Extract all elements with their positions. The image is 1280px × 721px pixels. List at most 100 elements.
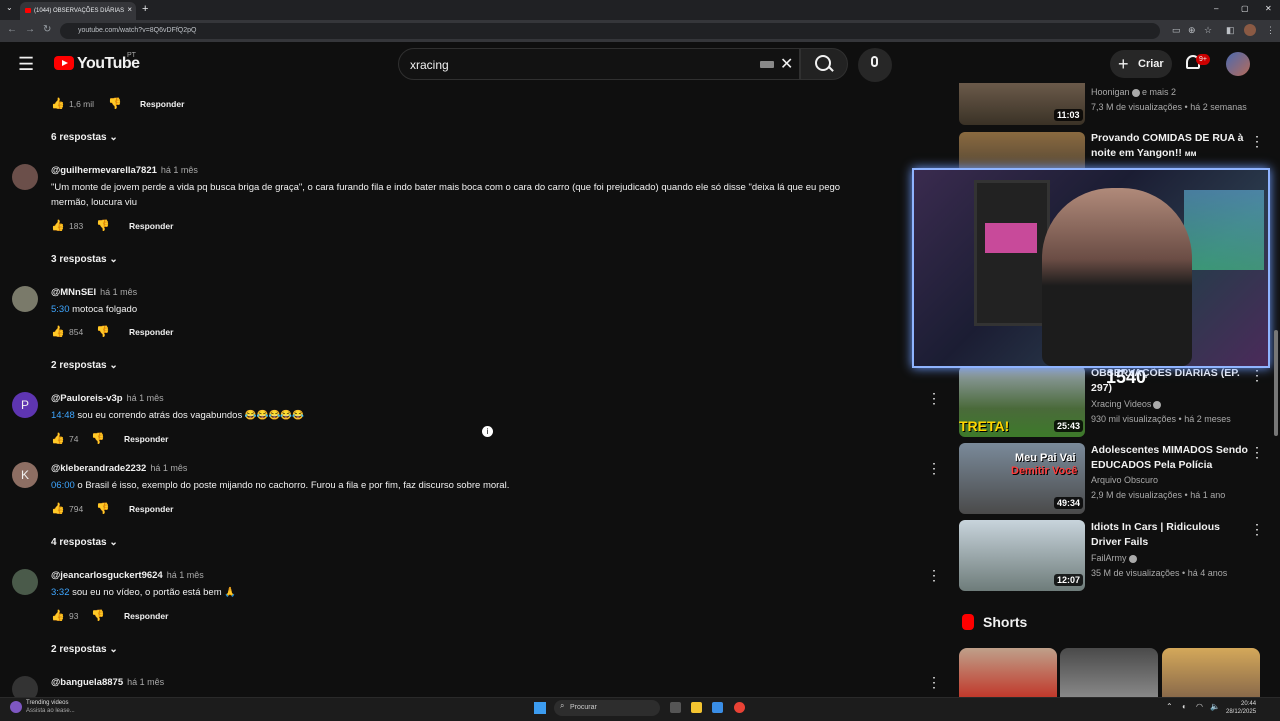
like-icon[interactable]: 👍 [51, 325, 65, 338]
like-icon[interactable]: 👍 [51, 502, 65, 515]
reply-button[interactable]: Responder [124, 611, 168, 621]
replies-toggle[interactable]: 4 respostas ⌄ [51, 537, 118, 548]
file-explorer-icon[interactable] [691, 702, 702, 713]
extensions-icon[interactable]: ◧ [1226, 25, 1235, 36]
timestamp-link[interactable]: 14:48 [51, 410, 75, 421]
replies-toggle[interactable]: 2 respostas ⌄ [51, 360, 118, 371]
reply-button[interactable]: Responder [129, 221, 173, 231]
comment-author[interactable]: @guilhermevarella7821 há 1 mês [51, 165, 198, 176]
comment-author[interactable]: @MNnSEI há 1 mês [51, 287, 137, 298]
new-tab-button[interactable]: + [142, 3, 148, 15]
video-channel[interactable]: Hoonigan e mais 2 [1091, 85, 1176, 99]
news-widget[interactable]: Trending videos Assista ao lease... [26, 699, 75, 715]
video-menu-icon[interactable]: ⋮ [1250, 133, 1264, 150]
bookmark-star-icon[interactable]: ☆ [1204, 25, 1212, 36]
dislike-icon[interactable]: 👎 [96, 219, 110, 232]
create-button[interactable]: + Criar [1110, 50, 1172, 78]
video-stats: 2,9 M de visualizações • há 1 ano [1091, 490, 1226, 500]
replies-toggle[interactable]: 6 respostas ⌄ [51, 132, 118, 143]
like-icon[interactable]: 👍 [51, 219, 65, 232]
scrollbar-thumb[interactable] [1274, 330, 1278, 436]
comment-author[interactable]: @Pauloreis-v3p há 1 mês [51, 393, 164, 404]
comment-menu-icon[interactable]: ⋮ [927, 460, 941, 477]
short-thumbnail[interactable] [1162, 648, 1260, 697]
avatar[interactable] [12, 164, 38, 190]
taskbar-search[interactable]: Procurar [554, 700, 660, 716]
chrome-icon[interactable] [734, 702, 745, 713]
task-view-icon[interactable] [670, 702, 681, 713]
comment-menu-icon[interactable]: ⋮ [927, 390, 941, 407]
url-field[interactable]: youtube.com/watch?v=8Q6vDFfQ2pQ [60, 23, 1160, 39]
news-widget-icon[interactable] [10, 701, 22, 713]
video-menu-icon[interactable]: ⋮ [1250, 367, 1264, 384]
windows-start-icon[interactable] [534, 702, 546, 714]
volume-icon[interactable]: 🔈 [1210, 702, 1220, 711]
comment-menu-icon[interactable]: ⋮ [927, 674, 941, 691]
reply-button[interactable]: Responder [129, 327, 173, 337]
video-menu-icon[interactable]: ⋮ [1250, 521, 1264, 538]
video-channel[interactable]: Arquivo Obscuro [1091, 473, 1158, 487]
comment-author[interactable]: @jeancarlosguckert9624 há 1 mês [51, 570, 204, 581]
avatar[interactable] [12, 286, 38, 312]
clear-search-icon[interactable]: ✕ [780, 54, 793, 74]
like-icon[interactable]: 👍 [51, 432, 65, 445]
user-avatar[interactable] [1226, 52, 1250, 76]
browser-profile-avatar[interactable] [1244, 24, 1256, 36]
avatar[interactable]: P [12, 392, 38, 418]
store-icon[interactable] [712, 702, 723, 713]
short-thumbnail[interactable] [1060, 648, 1158, 697]
wifi-icon[interactable]: ◠ [1196, 702, 1203, 711]
cast-icon[interactable]: ▭ [1172, 25, 1181, 36]
youtube-logo-icon[interactable] [54, 56, 74, 70]
comment-text: 06:00 o Brasil é isso, exemplo do poste … [51, 480, 510, 491]
reload-icon[interactable]: ↻ [43, 24, 51, 35]
timestamp-link[interactable]: 06:00 [51, 480, 75, 491]
dislike-icon[interactable]: 👎 [96, 502, 110, 515]
comment-author[interactable]: @kleberandrade2232 há 1 mês [51, 463, 187, 474]
hamburger-menu-icon[interactable]: ☰ [18, 55, 34, 73]
like-icon[interactable]: 👍 [51, 609, 65, 622]
avatar[interactable] [12, 569, 38, 595]
taskbar-clock[interactable]: 20:44 28/12/2025 [1226, 700, 1256, 716]
like-icon[interactable]: 👍 [51, 97, 65, 110]
short-thumbnail[interactable] [959, 648, 1057, 697]
reply-button[interactable]: Responder [140, 99, 184, 109]
reply-button[interactable]: Responder [124, 434, 168, 444]
reply-button[interactable]: Responder [129, 504, 173, 514]
back-icon[interactable]: ← [7, 24, 17, 35]
replies-toggle[interactable]: 3 respostas ⌄ [51, 254, 118, 265]
replies-toggle[interactable]: 2 respostas ⌄ [51, 644, 118, 655]
dislike-icon[interactable]: 👎 [91, 432, 105, 445]
video-title[interactable]: Idiots In Cars | Ridiculous Driver Fails [1091, 520, 1251, 550]
search-input[interactable] [398, 48, 800, 80]
keyboard-icon[interactable] [760, 61, 774, 68]
minimize-icon[interactable]: – [1214, 4, 1218, 13]
avatar[interactable]: K [12, 462, 38, 488]
like-count: 1,6 mil [69, 99, 95, 109]
create-label: Criar [1138, 58, 1164, 70]
timestamp-link[interactable]: 3:32 [51, 587, 70, 598]
maximize-icon[interactable]: ▢ [1241, 4, 1249, 13]
forward-icon[interactable]: → [25, 24, 35, 35]
video-channel[interactable]: FailArmy [1091, 551, 1137, 565]
browser-tab[interactable]: (1044) OBSERVAÇÕES DIÁRIAS × [20, 2, 136, 20]
tray-chevron-icon[interactable]: ⌃ [1166, 702, 1173, 711]
tray-apps-icon[interactable]: ◐ [1182, 702, 1187, 711]
video-channel[interactable]: Xracing Videos [1091, 397, 1162, 411]
search-icon[interactable] [815, 55, 831, 71]
tab-close-icon[interactable]: × [127, 5, 132, 14]
taskbar-search-icon: ⌕ [560, 701, 565, 710]
window-close-icon[interactable]: ✕ [1265, 4, 1272, 13]
dislike-icon[interactable]: 👎 [108, 97, 122, 110]
browser-menu-icon[interactable]: ⋮ [1266, 25, 1275, 36]
dislike-icon[interactable]: 👎 [91, 609, 105, 622]
dislike-icon[interactable]: 👎 [96, 325, 110, 338]
comment-author[interactable]: @banguela8875 há 1 mês [51, 677, 164, 688]
video-title[interactable]: Provando COMIDAS DE RUA à noite em Yango… [1091, 131, 1251, 161]
zoom-icon[interactable]: ⊕ [1188, 25, 1196, 36]
timestamp-link[interactable]: 5:30 [51, 304, 70, 315]
tab-list-icon[interactable]: ⌄ [6, 3, 13, 12]
video-title[interactable]: Adolescentes MIMADOS Sendo EDUCADOS Pela… [1091, 443, 1251, 473]
video-menu-icon[interactable]: ⋮ [1250, 444, 1264, 461]
comment-menu-icon[interactable]: ⋮ [927, 567, 941, 584]
